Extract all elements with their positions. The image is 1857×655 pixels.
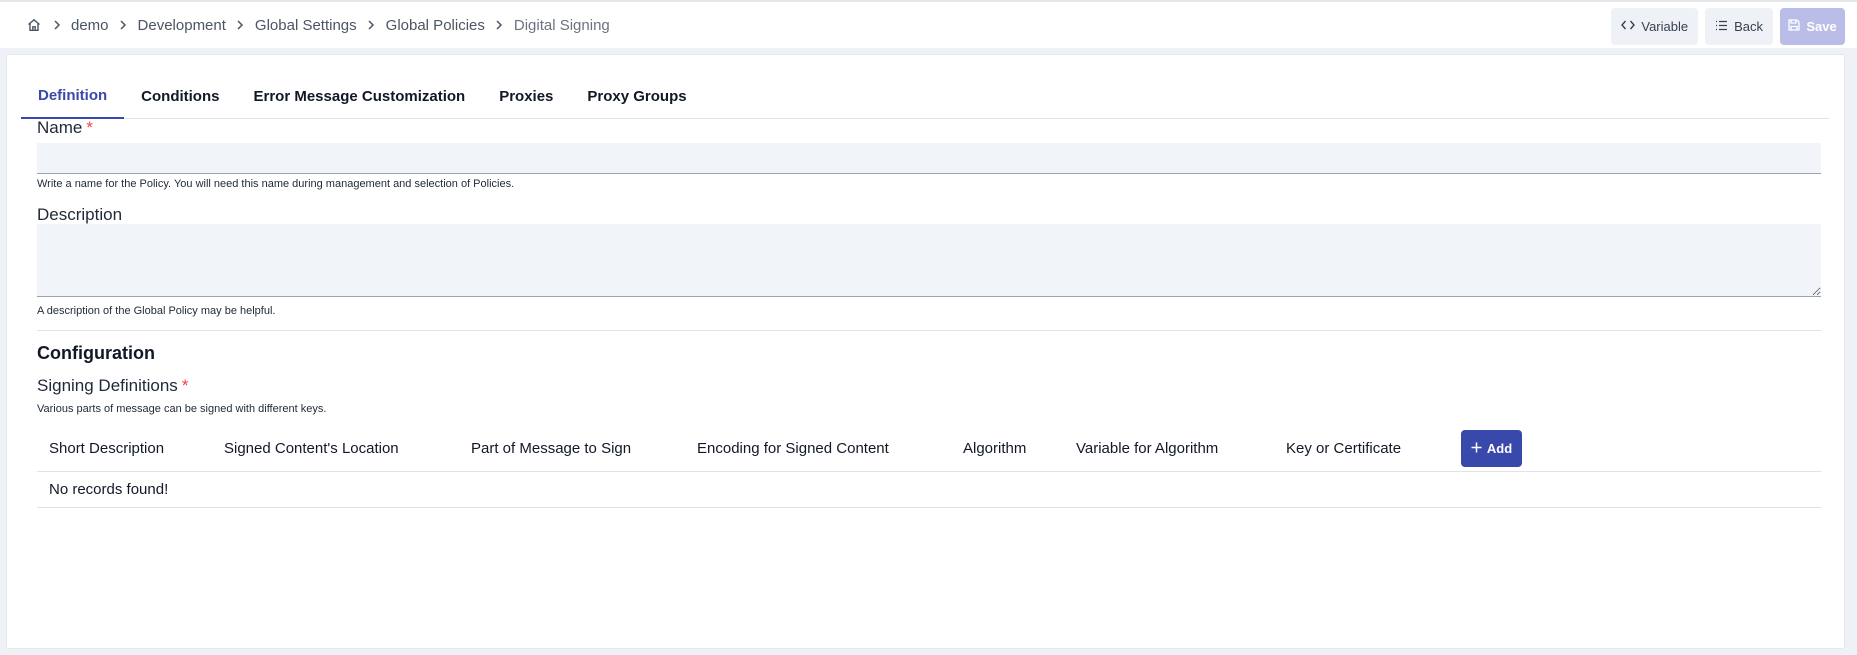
tab-bar: Definition Conditions Error Message Cust… [21,73,1829,119]
tab-proxy-groups[interactable]: Proxy Groups [570,73,703,119]
policy-form-card: Definition Conditions Error Message Cust… [6,54,1845,649]
breadcrumb-item-digital-signing: Digital Signing [513,16,610,34]
name-label: Name * [37,118,93,138]
tab-conditions[interactable]: Conditions [124,73,236,119]
column-header-short-description: Short Description [49,440,165,457]
column-header-signed-content-location: Signed Content's Location [224,440,399,457]
column-header-variable-for-algorithm: Variable for Algorithm [1076,440,1219,457]
table-header: Short Description Signed Content's Locat… [37,425,1821,472]
save-button-label: Save [1806,19,1837,34]
description-textarea[interactable] [37,224,1821,297]
required-mark: * [86,118,93,137]
back-button-label: Back [1734,19,1763,34]
empty-message: No records found! [49,481,169,498]
column-header-key-or-certificate: Key or Certificate [1286,440,1402,457]
list-icon [1715,19,1728,34]
column-header-algorithm: Algorithm [963,440,1027,457]
chevron-right-icon [226,20,255,30]
code-icon [1621,19,1636,34]
breadcrumb-item-global-settings[interactable]: Global Settings [255,17,357,34]
chevron-right-icon [42,20,71,30]
top-bar: demo Development Global Settings Global … [0,0,1857,48]
breadcrumb-item-global-policies[interactable]: Global Policies [386,17,485,34]
name-input[interactable] [37,143,1821,174]
save-button[interactable]: Save [1780,8,1845,45]
signing-definitions-table: Short Description Signed Content's Locat… [37,425,1821,508]
tab-definition[interactable]: Definition [21,73,125,119]
back-button[interactable]: Back [1705,8,1773,45]
header-actions: Variable Back Save [1611,8,1845,45]
empty-table-row: No records found! [37,472,1821,508]
variable-button[interactable]: Variable [1611,8,1699,45]
column-header-part-of-message: Part of Message to Sign [471,440,632,457]
tab-error-message-customization[interactable]: Error Message Customization [236,73,482,119]
tab-proxies[interactable]: Proxies [482,73,570,119]
breadcrumb-item-development[interactable]: Development [138,17,226,34]
required-mark: * [181,376,189,395]
description-help-text: A description of the Global Policy may b… [37,305,276,317]
signing-definitions-label-text: Signing Definitions [37,376,178,395]
chevron-right-icon [357,20,386,30]
home-icon[interactable] [26,17,42,33]
add-signing-definition-button[interactable]: Add [1461,430,1522,467]
variable-button-label: Variable [1641,19,1689,34]
chevron-right-icon [109,20,138,30]
floppy-disk-icon [1788,19,1800,34]
signing-definitions-help-text: Various parts of message can be signed w… [37,403,327,415]
name-help-text: Write a name for the Policy. You will ne… [37,178,515,190]
column-header-encoding: Encoding for Signed Content [697,440,889,457]
signing-definitions-label: Signing Definitions * [37,376,188,396]
chevron-right-icon [485,20,514,30]
name-label-text: Name [37,118,83,137]
plus-icon [1471,441,1482,456]
section-divider [37,330,1821,331]
breadcrumb: demo Development Global Settings Global … [26,17,610,34]
breadcrumb-item-demo[interactable]: demo [71,17,109,34]
add-button-label: Add [1486,441,1513,456]
configuration-title: Configuration [37,343,155,363]
description-label: Description [37,205,123,224]
